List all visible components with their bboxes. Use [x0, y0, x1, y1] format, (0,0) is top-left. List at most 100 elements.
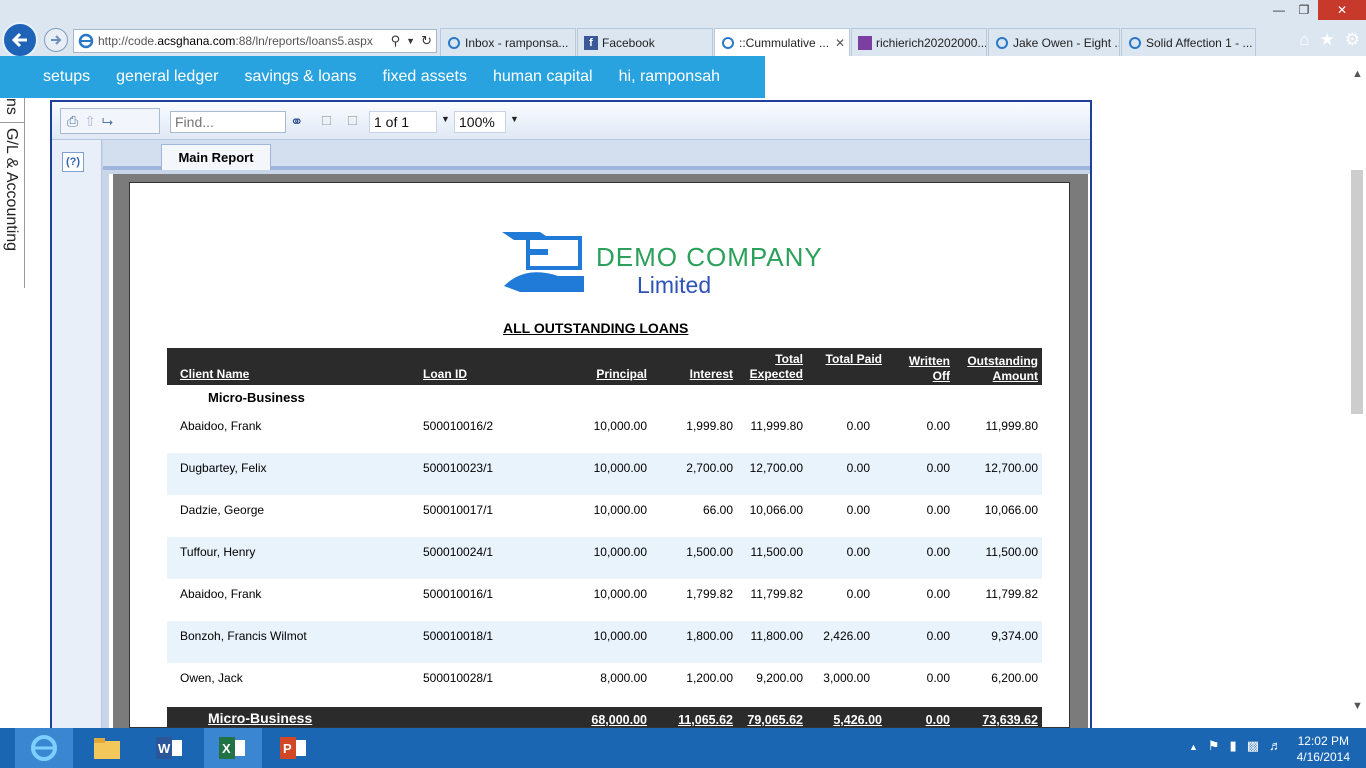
svg-text:P: P — [283, 741, 292, 756]
report-page: DEMO COMPANY Limited ALL OUTSTANDING LOA… — [129, 182, 1070, 728]
clock[interactable]: 12:02 PM 4/16/2014 — [1297, 733, 1350, 765]
settings-gear-icon[interactable]: ⚙ — [1345, 30, 1360, 50]
home-icon[interactable]: ⌂ — [1299, 30, 1309, 50]
group-total-row: Micro-Business 68,000.00 11,065.62 79,06… — [167, 707, 1042, 727]
show-hidden-icons-icon[interactable]: ▲ — [1189, 738, 1198, 754]
tab-label: Jake Owen - Eight ... — [1013, 35, 1120, 50]
cell-total-paid: 0.00 — [846, 503, 870, 517]
browser-tab-jake-owen[interactable]: Jake Owen - Eight ... — [988, 28, 1120, 56]
print-icon[interactable]: ⎙ — [67, 113, 78, 130]
svg-text:X: X — [222, 741, 231, 756]
tab-main-report-label: Main Report — [178, 150, 254, 165]
binoculars-icon[interactable]: ⚭ — [290, 112, 303, 132]
cell-outstanding: 11,999.80 — [985, 419, 1039, 433]
refresh-icon[interactable]: ↻ — [421, 33, 432, 49]
zoom-select[interactable]: 100% — [454, 111, 506, 133]
excel-icon: X — [219, 737, 245, 759]
side-tab-clipped[interactable]: ns — [2, 98, 20, 115]
table-row: Dadzie, George 500010017/1 10,000.00 66.00 1… — [167, 495, 1042, 537]
taskbar-ie[interactable] — [15, 728, 73, 768]
browser-tab-richierich[interactable]: richierich20202000... — [851, 28, 987, 56]
prev-page-icon[interactable]: □ — [322, 112, 331, 129]
network-icon[interactable]: ▩ — [1247, 738, 1259, 754]
url-suffix: :88/ln/reports/loans5.aspx — [235, 34, 373, 48]
nav-savings-loans[interactable]: savings & loans — [244, 68, 356, 86]
browser-tab-inbox[interactable]: Inbox - ramponsa... — [440, 28, 576, 56]
nav-fixed-assets[interactable]: fixed assets — [383, 68, 467, 86]
cell-written-off: 0.00 — [926, 503, 950, 517]
chevron-down-icon[interactable]: ▼ — [510, 114, 519, 124]
back-button[interactable] — [2, 22, 38, 58]
taskbar-excel[interactable]: X — [204, 728, 262, 768]
close-window-button[interactable]: ✕ — [1318, 0, 1366, 20]
cell-client-name: Bonzoh, Francis Wilmot — [180, 629, 307, 643]
cell-loan-id: 500010023/1 — [423, 461, 494, 475]
flag-icon[interactable]: ⚑ — [1208, 738, 1220, 754]
ie-page-icon — [78, 33, 94, 49]
nav-general-ledger[interactable]: general ledger — [116, 68, 218, 86]
tab-main-report[interactable]: Main Report — [161, 144, 271, 170]
help-label: (?) — [65, 156, 81, 168]
ie-taskbar-icon — [31, 735, 57, 761]
page-indicator: 1 of 1 — [374, 114, 410, 130]
taskbar-explorer[interactable] — [78, 728, 136, 768]
browser-chrome: — ❐ ✕ http://code. acsghana.com:88/ln/rep… — [0, 0, 1366, 58]
scroll-thumb[interactable] — [1351, 170, 1363, 414]
word-icon: W — [156, 737, 182, 759]
power-icon[interactable]: ▮ — [1230, 738, 1237, 754]
cell-total-paid: 0.00 — [846, 461, 870, 475]
help-icon[interactable]: (?) — [62, 152, 84, 172]
ie-icon — [447, 36, 461, 50]
search-icon[interactable]: ⚲ — [391, 33, 401, 49]
nav-human-capital[interactable]: human capital — [493, 68, 593, 86]
cell-client-name: Dugbartey, Felix — [180, 461, 267, 475]
cell-interest: 1,500.00 — [686, 545, 733, 559]
cell-interest: 66.00 — [702, 503, 733, 517]
viewer-toolbar: ⎙ ⇧ ⮡ ⚭ □ □ 1 of 1 ▼ 100% ▼ — [52, 102, 1090, 140]
side-tab-gl-accounting[interactable]: G/L & Accounting — [2, 128, 20, 251]
next-page-icon[interactable]: □ — [348, 112, 357, 129]
col-total-expected-line1: Total — [775, 352, 803, 366]
page-select[interactable]: 1 of 1 — [369, 111, 437, 133]
up-icon[interactable]: ⇧ — [84, 113, 96, 130]
cell-client-name: Tuffour, Henry — [180, 545, 256, 559]
nav-user-greeting[interactable]: hi, ramponsah — [619, 68, 720, 86]
tab-label: Solid Affection 1 - ... — [1146, 35, 1253, 50]
dropdown-icon[interactable]: ▼ — [406, 33, 415, 49]
find-input[interactable] — [170, 111, 286, 133]
browser-tab-facebook[interactable]: f Facebook — [577, 28, 713, 56]
side-tab-divider — [0, 122, 25, 123]
cell-total-expected: 11,800.00 — [750, 629, 804, 643]
side-panel-tabs: ns G/L & Accounting — [0, 98, 25, 288]
facebook-icon: f — [584, 35, 598, 50]
browser-tab-cummulative[interactable]: ::Cummulative ... ✕ — [714, 28, 850, 56]
scroll-up-icon[interactable]: ▲ — [1352, 68, 1363, 80]
cell-principal: 10,000.00 — [593, 461, 647, 475]
group-title: Micro-Business — [208, 390, 305, 405]
forward-button[interactable] — [44, 28, 68, 52]
ie-icon — [1128, 36, 1142, 50]
clock-date: 4/16/2014 — [1296, 750, 1350, 764]
nav-setups[interactable]: setups — [43, 68, 90, 86]
address-bar[interactable]: http://code. acsghana.com:88/ln/reports/l… — [73, 29, 437, 53]
close-tab-icon[interactable]: ✕ — [835, 36, 845, 50]
table-row: Dugbartey, Felix 500010023/1 10,000.00 2,70… — [167, 453, 1042, 495]
report-title: ALL OUTSTANDING LOANS — [503, 320, 689, 336]
browser-tab-solid-affection[interactable]: Solid Affection 1 - ... — [1121, 28, 1256, 56]
restore-button[interactable]: ❐ — [1290, 0, 1318, 20]
taskbar-word[interactable]: W — [141, 728, 199, 768]
cell-client-name: Abaidoo, Frank — [180, 419, 262, 433]
total-written-off: 0.00 — [925, 713, 950, 727]
loans-table: Client Name Loan ID Principal Interest T… — [167, 348, 1042, 727]
volume-icon[interactable]: ♬ — [1269, 738, 1282, 754]
chevron-down-icon[interactable]: ▼ — [441, 114, 450, 124]
page-scrollbar[interactable]: ▲ ▼ — [1348, 62, 1366, 718]
favorites-star-icon[interactable]: ★ — [1320, 30, 1335, 50]
total-group-name: Micro-Business — [208, 710, 313, 726]
export-icon[interactable]: ⮡ — [102, 113, 113, 130]
cell-written-off: 0.00 — [926, 587, 950, 601]
scroll-down-icon[interactable]: ▼ — [1352, 700, 1363, 712]
col-written-off: Written Off — [909, 354, 950, 384]
total-interest: 11,065.62 — [678, 713, 733, 727]
taskbar-powerpoint[interactable]: P — [265, 728, 323, 768]
